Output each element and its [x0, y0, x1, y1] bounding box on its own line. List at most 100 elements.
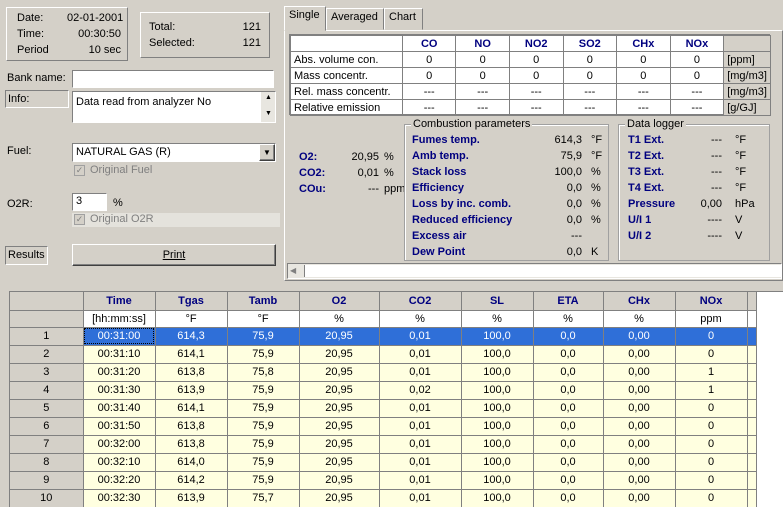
grid-cell[interactable]: 0,0: [533, 435, 604, 454]
grid-cell[interactable]: 0,01: [379, 399, 462, 418]
grid-cell[interactable]: 613,8: [155, 417, 228, 436]
grid-cell[interactable]: 1: [675, 363, 748, 382]
grid-cell[interactable]: 0,00: [603, 453, 676, 472]
grid-cell[interactable]: 20,95: [299, 417, 380, 436]
grid-cell[interactable]: 00:31:20: [83, 363, 156, 382]
grid-cell[interactable]: 0: [675, 471, 748, 490]
grid-cell[interactable]: 613,8: [155, 435, 228, 454]
tab-single[interactable]: Single: [284, 6, 326, 31]
print-button[interactable]: Print: [72, 244, 276, 266]
grid-cell[interactable]: 0,00: [603, 417, 676, 436]
grid-cell[interactable]: 100,0: [461, 363, 534, 382]
grid-cell[interactable]: 20,95: [299, 345, 380, 364]
data-grid[interactable]: Time Tgas Tamb O2 CO2 SL ETA CHx NOx [hh:mm:ss] °F…: [9, 291, 783, 507]
panel-scrollbar[interactable]: ◀: [287, 263, 782, 279]
grid-cell[interactable]: 0,01: [379, 489, 462, 507]
grid-cell[interactable]: 100,0: [461, 417, 534, 436]
grid-column-header[interactable]: Time: [83, 292, 156, 311]
grid-cell[interactable]: 0,00: [603, 363, 676, 382]
grid-cell[interactable]: 75,7: [227, 489, 300, 507]
grid-cell[interactable]: 1: [675, 381, 748, 400]
grid-cell[interactable]: 0,0: [533, 471, 604, 490]
grid-cell[interactable]: 613,8: [155, 363, 228, 382]
scroll-track[interactable]: [304, 265, 781, 277]
grid-cell[interactable]: 75,9: [227, 345, 300, 364]
grid-cell[interactable]: 613,9: [155, 489, 228, 507]
grid-cell[interactable]: 0: [675, 435, 748, 454]
grid-cell[interactable]: 0,01: [379, 453, 462, 472]
grid-cell[interactable]: 0,0: [533, 417, 604, 436]
row-number[interactable]: 3: [10, 363, 84, 382]
table-row[interactable]: 10 00:32:30 613,9 75,7 20,95 0,01 100,0 0,0 0,00…: [10, 489, 757, 507]
grid-cell[interactable]: 0: [675, 327, 748, 346]
o2r-input[interactable]: 3: [72, 193, 107, 211]
grid-cell[interactable]: 0,00: [603, 399, 676, 418]
grid-cell[interactable]: 100,0: [461, 345, 534, 364]
row-number[interactable]: 8: [10, 453, 84, 472]
grid-cell[interactable]: 0,0: [533, 363, 604, 382]
grid-cell[interactable]: 00:31:40: [83, 399, 156, 418]
grid-cell[interactable]: 0,01: [379, 327, 462, 346]
grid-cell[interactable]: 100,0: [461, 435, 534, 454]
grid-cell[interactable]: 00:31:00: [83, 327, 156, 346]
grid-cell[interactable]: 0,00: [603, 327, 676, 346]
grid-cell[interactable]: 0: [675, 417, 748, 436]
table-row[interactable]: 3 00:31:20 613,8 75,8 20,95 0,01 100,0 0,0 0,00 1: [10, 363, 757, 382]
grid-column-header[interactable]: CHx: [603, 292, 676, 311]
grid-cell[interactable]: 0,00: [603, 471, 676, 490]
info-textarea[interactable]: Data read from analyzer No ▲ ▼: [72, 91, 276, 123]
grid-column-header[interactable]: NOx: [675, 292, 748, 311]
grid-cell[interactable]: 00:32:00: [83, 435, 156, 454]
original-o2r-checkbox[interactable]: ✓ Original O2R: [72, 213, 280, 227]
table-row[interactable]: 5 00:31:40 614,1 75,9 20,95 0,01 100,0 0,0 0,00 0: [10, 399, 757, 418]
row-number[interactable]: 10: [10, 489, 84, 507]
grid-cell[interactable]: 0: [675, 399, 748, 418]
grid-cell[interactable]: 75,9: [227, 417, 300, 436]
grid-cell[interactable]: 0,01: [379, 417, 462, 436]
grid-cell[interactable]: 20,95: [299, 471, 380, 490]
grid-cell[interactable]: 613,9: [155, 381, 228, 400]
scroll-left-icon[interactable]: ◀: [290, 266, 296, 275]
grid-column-header[interactable]: SL: [461, 292, 534, 311]
grid-cell[interactable]: 0,00: [603, 345, 676, 364]
grid-cell[interactable]: 100,0: [461, 489, 534, 507]
tab-chart[interactable]: Chart: [384, 8, 423, 30]
grid-cell[interactable]: 0,0: [533, 327, 604, 346]
bank-name-input[interactable]: [72, 70, 274, 88]
grid-cell[interactable]: 0,0: [533, 345, 604, 364]
grid-cell[interactable]: 0,0: [533, 399, 604, 418]
row-number[interactable]: 4: [10, 381, 84, 400]
grid-cell[interactable]: 00:31:10: [83, 345, 156, 364]
grid-cell[interactable]: 75,9: [227, 453, 300, 472]
grid-cell[interactable]: 00:31:30: [83, 381, 156, 400]
grid-cell[interactable]: 0: [675, 453, 748, 472]
grid-cell[interactable]: 75,9: [227, 327, 300, 346]
grid-cell[interactable]: 75,8: [227, 363, 300, 382]
grid-cell[interactable]: 614,1: [155, 345, 228, 364]
table-row[interactable]: 7 00:32:00 613,8 75,9 20,95 0,01 100,0 0,0 0,00 0: [10, 435, 757, 454]
fuel-select[interactable]: NATURAL GAS (R) ▼: [72, 143, 276, 162]
grid-cell[interactable]: 00:31:50: [83, 417, 156, 436]
grid-cell[interactable]: 0,0: [533, 489, 604, 507]
grid-cell[interactable]: 0,02: [379, 381, 462, 400]
grid-cell[interactable]: 100,0: [461, 453, 534, 472]
row-number[interactable]: 7: [10, 435, 84, 454]
grid-cell[interactable]: 20,95: [299, 453, 380, 472]
table-row[interactable]: 2 00:31:10 614,1 75,9 20,95 0,01 100,0 0,0 0,00 0: [10, 345, 757, 364]
scroll-up-icon[interactable]: ▲: [265, 94, 272, 101]
grid-cell[interactable]: 75,9: [227, 381, 300, 400]
grid-cell[interactable]: 20,95: [299, 327, 380, 346]
fuel-dropdown-button[interactable]: ▼: [259, 144, 275, 161]
table-row[interactable]: 4 00:31:30 613,9 75,9 20,95 0,02 100,0 0,0 0,00 1: [10, 381, 757, 400]
grid-cell[interactable]: 614,2: [155, 471, 228, 490]
info-scrollbar[interactable]: ▲ ▼: [261, 92, 275, 122]
grid-cell[interactable]: 0,00: [603, 381, 676, 400]
grid-cell[interactable]: 75,9: [227, 435, 300, 454]
row-number[interactable]: 9: [10, 471, 84, 490]
table-row[interactable]: 6 00:31:50 613,8 75,9 20,95 0,01 100,0 0,0 0,00 0: [10, 417, 757, 436]
grid-cell[interactable]: 0,01: [379, 363, 462, 382]
grid-cell[interactable]: 20,95: [299, 399, 380, 418]
grid-cell[interactable]: 100,0: [461, 399, 534, 418]
grid-cell[interactable]: 00:32:10: [83, 453, 156, 472]
original-fuel-checkbox[interactable]: ✓ Original Fuel: [72, 164, 276, 178]
